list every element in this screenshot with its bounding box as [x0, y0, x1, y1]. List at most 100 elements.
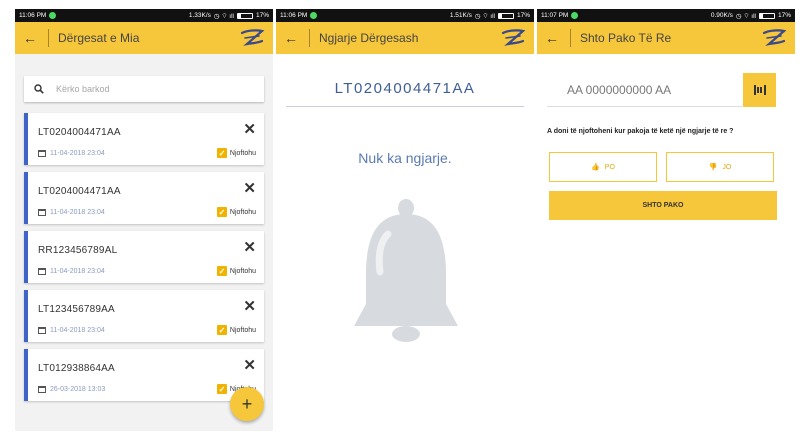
calendar-icon	[38, 386, 46, 393]
no-label: JO	[722, 163, 732, 171]
shipment-card[interactable]: LT0204004471AA ✕ 11-04-2018 23:04 ✓ Njoft…	[24, 172, 264, 224]
notification-icon	[571, 12, 579, 19]
thumbs-down-icon: 👎	[708, 164, 718, 171]
signal-icon: ◷ ⌔ ıll	[735, 13, 756, 20]
empty-events-message: Nuk ka ngjarje.	[358, 150, 452, 166]
signal-icon: ◷ ⌔ ıll	[474, 13, 495, 20]
delete-icon[interactable]: ✕	[243, 120, 256, 138]
shipment-card[interactable]: LT0204004471AA ✕ 11-04-2018 23:04 ✓ Njoft…	[24, 113, 264, 165]
checkmark-icon: ✓	[216, 148, 227, 158]
battery-icon	[758, 12, 775, 19]
divider	[570, 29, 571, 47]
app-bar: ← Shto Pako Të Re	[537, 22, 795, 54]
battery-level: 17%	[255, 12, 269, 19]
shipment-date: 11-04-2018 23:04	[38, 327, 105, 334]
status-bar: 11:07 PM 0.90K/s ◷ ⌔ ıll 17%	[537, 9, 795, 22]
package-code-field[interactable]: AA 0000000000 AA	[547, 73, 742, 107]
status-time: 11:06 PM	[19, 12, 47, 19]
divider	[309, 29, 310, 47]
back-arrow-icon[interactable]: ←	[23, 30, 43, 46]
my-shipments-screen: 11:06 PM 1.33K/s ◷ ⌔ ıll 17% ← Dërgesat …	[15, 9, 273, 431]
shipment-card[interactable]: LT012938864AA ✕ 26-03-2018 13:03 ✓Njofto…	[24, 349, 264, 401]
calendar-icon	[38, 209, 46, 216]
post-logo-icon	[762, 29, 787, 46]
date-text: 11-04-2018 23:04	[50, 327, 105, 334]
notify-label: Njoftohu	[229, 149, 256, 157]
shipment-code: LT012938864AA	[38, 363, 115, 374]
back-arrow-icon[interactable]: ←	[284, 30, 304, 46]
page-title: Shto Pako Të Re	[580, 31, 672, 45]
signal-icon: ◷ ⌔ ıll	[213, 13, 234, 20]
checkmark-icon: ✓	[216, 325, 227, 335]
calendar-icon	[38, 327, 46, 334]
status-time: 11:07 PM	[541, 12, 569, 19]
network-speed: 0.90K/s	[710, 12, 733, 19]
checkmark-icon: ✓	[216, 384, 227, 394]
app-bar: ← Dërgesat e Mia	[15, 22, 273, 54]
shipment-date: 26-03-2018 13:03	[38, 386, 105, 393]
date-text: 11-04-2018 23:04	[50, 150, 105, 157]
back-arrow-icon[interactable]: ←	[545, 30, 565, 46]
app-bar: ← Ngjarje Dërgesash	[276, 22, 534, 54]
bell-icon	[354, 199, 458, 342]
add-shipment-button[interactable]: +	[230, 387, 264, 421]
battery-icon	[497, 12, 514, 19]
no-button[interactable]: 👎 JO	[666, 152, 774, 182]
calendar-icon	[38, 268, 46, 275]
status-bar: 11:06 PM 1.51K/s ◷ ⌔ ıll 17%	[276, 9, 534, 22]
delete-icon[interactable]: ✕	[243, 238, 256, 256]
yes-label: PO	[604, 163, 615, 171]
post-logo-icon	[501, 29, 526, 46]
notify-label: Njoftohu	[229, 208, 256, 216]
notification-icon	[310, 12, 318, 19]
page-title: Dërgesat e Mia	[58, 31, 140, 45]
notify-checkbox[interactable]: ✓Njoftohu	[216, 325, 256, 335]
shipment-date: 11-04-2018 23:04	[38, 209, 105, 216]
shipment-date: 11-04-2018 23:04	[38, 268, 105, 275]
shipment-code: LT0204004471AA	[38, 186, 121, 197]
divider	[48, 29, 49, 47]
calendar-icon	[38, 150, 46, 157]
add-package-screen: 11:07 PM 0.90K/s ◷ ⌔ ıll 17% ← Shto Pako…	[537, 9, 795, 431]
checkmark-icon: ✓	[216, 207, 227, 217]
search-icon	[34, 84, 44, 94]
barcode-scan-icon	[753, 85, 766, 95]
notify-label: Njoftohu	[229, 326, 256, 334]
shipment-events-screen: 11:06 PM 1.51K/s ◷ ⌔ ıll 17% ← Ngjarje D…	[276, 9, 534, 431]
scan-barcode-button[interactable]	[743, 73, 776, 107]
shipment-date: 11-04-2018 23:04	[38, 150, 105, 157]
search-input[interactable]	[56, 84, 236, 94]
notify-checkbox[interactable]: ✓Njoftohu	[216, 266, 256, 276]
notify-checkbox[interactable]: ✓Njoftohu	[216, 148, 256, 158]
add-package-button[interactable]: SHTO PAKO	[549, 191, 777, 220]
shipment-card[interactable]: RR123456789AL ✕ 11-04-2018 23:04 ✓ Njofto…	[24, 231, 264, 283]
thumbs-up-icon: 👍	[591, 164, 600, 171]
date-text: 11-04-2018 23:04	[50, 209, 105, 216]
status-bar: 11:06 PM 1.33K/s ◷ ⌔ ıll 17%	[15, 9, 273, 22]
notify-question: A doni të njoftoheni kur pakoja të ketë …	[547, 128, 734, 135]
notification-icon	[49, 12, 57, 19]
delete-icon[interactable]: ✕	[243, 356, 256, 374]
network-speed: 1.51K/s	[449, 12, 472, 19]
shipment-code: LT123456789AA	[38, 304, 115, 315]
yes-button[interactable]: 👍 PO	[549, 152, 657, 182]
shipment-code: RR123456789AL	[38, 245, 118, 256]
date-text: 11-04-2018 23:04	[50, 268, 105, 275]
status-time: 11:06 PM	[280, 12, 308, 19]
delete-icon[interactable]: ✕	[243, 297, 256, 315]
shipment-code: LT0204004471AA	[38, 127, 121, 138]
post-logo-icon	[240, 29, 265, 46]
shipment-card[interactable]: LT123456789AA ✕ 11-04-2018 23:04 ✓ Njofto…	[24, 290, 264, 342]
notify-checkbox[interactable]: ✓Njoftohu	[216, 207, 256, 217]
battery-icon	[236, 12, 253, 19]
battery-level: 17%	[777, 12, 791, 19]
date-text: 26-03-2018 13:03	[50, 386, 106, 393]
screenshot-stage: 11:06 PM 1.33K/s ◷ ⌔ ıll 17% ← Dërgesat …	[0, 0, 800, 440]
battery-level: 17%	[516, 12, 530, 19]
delete-icon[interactable]: ✕	[243, 179, 256, 197]
page-title: Ngjarje Dërgesash	[319, 31, 419, 45]
network-speed: 1.33K/s	[188, 12, 211, 19]
checkmark-icon: ✓	[216, 266, 227, 276]
barcode-search[interactable]	[24, 76, 264, 102]
tracking-code: LT0204004471AA	[286, 71, 524, 107]
